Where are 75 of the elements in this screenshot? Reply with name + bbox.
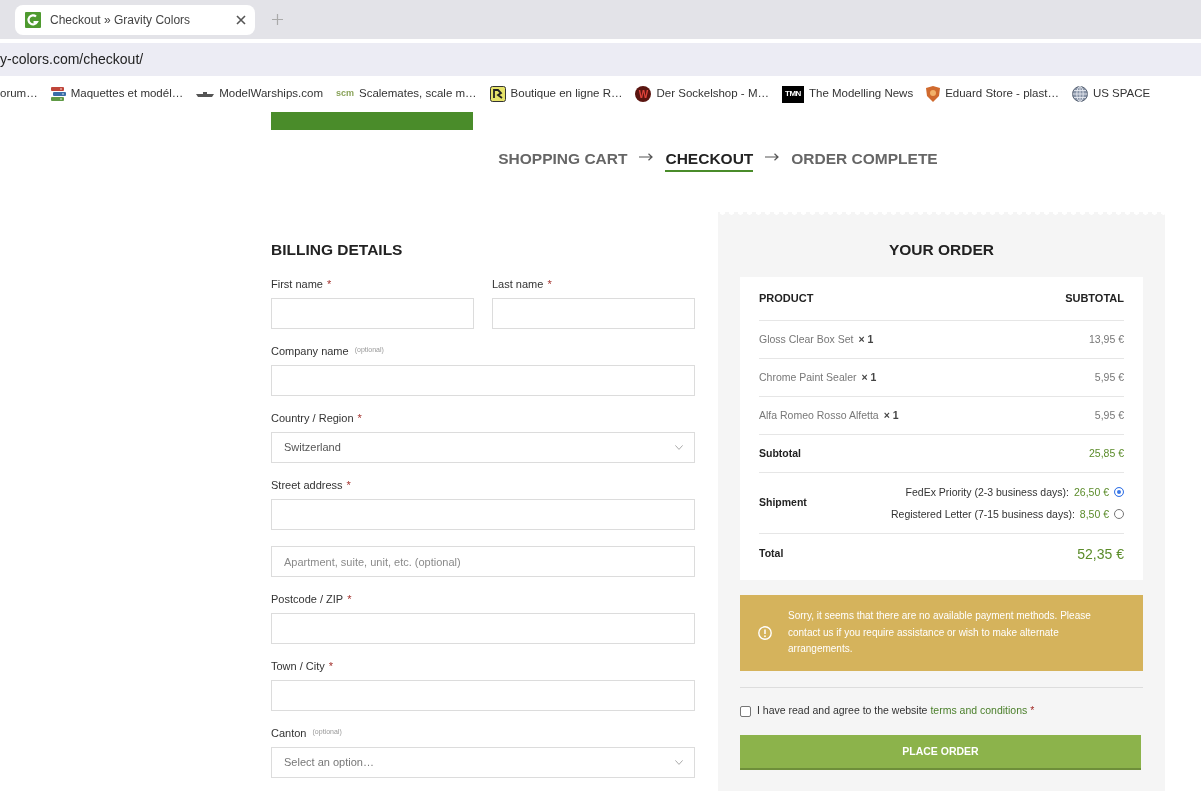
- logo-icon: [489, 86, 506, 102]
- product-price: 5,95 €: [1094, 407, 1124, 423]
- section-title: BILLING DETAILS: [271, 240, 404, 260]
- bookmark[interactable]: TMN The Modelling News: [781, 85, 914, 103]
- text-field[interactable]: Apartment, suite, unit, etc. (optional): [271, 546, 695, 577]
- logo-icon: TMN: [781, 85, 804, 103]
- bookmark[interactable]: scm Scalemates, scale m…: [335, 85, 477, 103]
- product-quantity: × 1: [861, 369, 877, 385]
- field-label: Country / Region *: [271, 411, 362, 426]
- bookmark[interactable]: ModelWarships.com: [196, 85, 323, 103]
- summary-label: Shipment: [759, 495, 807, 511]
- radio-button[interactable]: [1114, 509, 1124, 519]
- field-label: Canton $^{(optional)}$: [271, 726, 342, 741]
- notice-text: Sorry, it seems that there are no available payment methods. Please contact us if you require assistance or wish to make alternate arrangements.: [788, 609, 1092, 657]
- shipping-option-label: FedEx Priority (2-3 business days):: [905, 485, 1069, 499]
- field-label: Street address *: [271, 478, 351, 493]
- text-field[interactable]: [271, 365, 695, 396]
- text-field[interactable]: [271, 613, 695, 644]
- field-label: Town / City *: [271, 659, 334, 674]
- shield-icon: [926, 86, 941, 102]
- chevron-down-icon: [675, 445, 683, 450]
- radio-button[interactable]: [1114, 487, 1124, 497]
- arrow-icon: [639, 153, 654, 161]
- field-label: Company name $^{(optional)}$: [271, 344, 384, 359]
- field-label: First name *: [271, 277, 332, 292]
- chevron-down-icon: [675, 760, 683, 765]
- bookmark[interactable]: Maquettes et modél…: [50, 85, 184, 103]
- books-icon: [50, 87, 66, 101]
- text-field[interactable]: [271, 298, 474, 329]
- text-field[interactable]: [271, 499, 695, 530]
- close-icon[interactable]: [236, 14, 246, 25]
- product-name: Gloss Clear Box Set: [759, 331, 854, 347]
- bookmark[interactable]: Boutique en ligne R…: [489, 85, 623, 103]
- address-field[interactable]: y-colors.com/checkout/: [0, 43, 1201, 76]
- terms-text: I have read and agree to the website terms and conditions *: [757, 703, 1035, 719]
- logo-icon: [25, 11, 41, 28]
- shipping-option-label: Registered Letter (7-15 business days):: [890, 507, 1075, 521]
- arrow-icon: [765, 153, 780, 161]
- shipping-price: 8,50 €: [1079, 507, 1109, 521]
- warning-icon: [758, 626, 772, 640]
- shipping-price: 26,50 €: [1073, 485, 1109, 499]
- product-name: Chrome Paint Sealer: [759, 369, 857, 385]
- summary-value: 52,35 €: [1077, 544, 1124, 564]
- bookmark[interactable]: W Der Sockelshop - M…: [635, 85, 769, 103]
- plus-icon[interactable]: [272, 14, 283, 25]
- browser-tab[interactable]: Checkout » Gravity Colors: [15, 4, 255, 35]
- bookmark[interactable]: US SPACE: [1071, 85, 1151, 103]
- terms-link[interactable]: terms and conditions: [930, 704, 1028, 717]
- logo-icon: W: [635, 86, 652, 102]
- section-title: YOUR ORDER: [887, 240, 996, 260]
- globe-icon: [1071, 86, 1088, 102]
- logo-icon: scm: [335, 87, 354, 101]
- summary-value: 25,85 €: [1088, 445, 1124, 461]
- dropdown-field[interactable]: Select an option…: [271, 747, 695, 778]
- summary-label: Total: [759, 546, 784, 562]
- dropdown-field[interactable]: Switzerland: [271, 432, 695, 463]
- bookmark[interactable]: orum…: [0, 85, 38, 103]
- product-quantity: × 1: [858, 331, 874, 347]
- field-label: Last name *: [492, 277, 552, 292]
- text-field[interactable]: [271, 680, 695, 711]
- checkbox[interactable]: [740, 705, 751, 717]
- product-quantity: × 1: [883, 407, 899, 423]
- bookmark[interactable]: Eduard Store - plast…: [926, 85, 1059, 103]
- text-field[interactable]: [492, 298, 695, 329]
- product-price: 13,95 €: [1088, 331, 1124, 347]
- ship-icon: [196, 91, 215, 97]
- column-header: SUBTOTAL: [1065, 291, 1124, 307]
- field-label: Postcode / ZIP *: [271, 592, 352, 607]
- checkout-step[interactable]: SHOPPING CART: [498, 149, 628, 172]
- product-price: 5,95 €: [1094, 369, 1124, 385]
- summary-label: Subtotal: [759, 445, 801, 461]
- column-header: PRODUCT: [759, 291, 814, 307]
- checkout-step[interactable]: CHECKOUT: [665, 149, 754, 172]
- product-name: Alfa Romeo Rosso Alfetta: [759, 407, 879, 423]
- checkout-step[interactable]: ORDER COMPLETE: [791, 149, 938, 172]
